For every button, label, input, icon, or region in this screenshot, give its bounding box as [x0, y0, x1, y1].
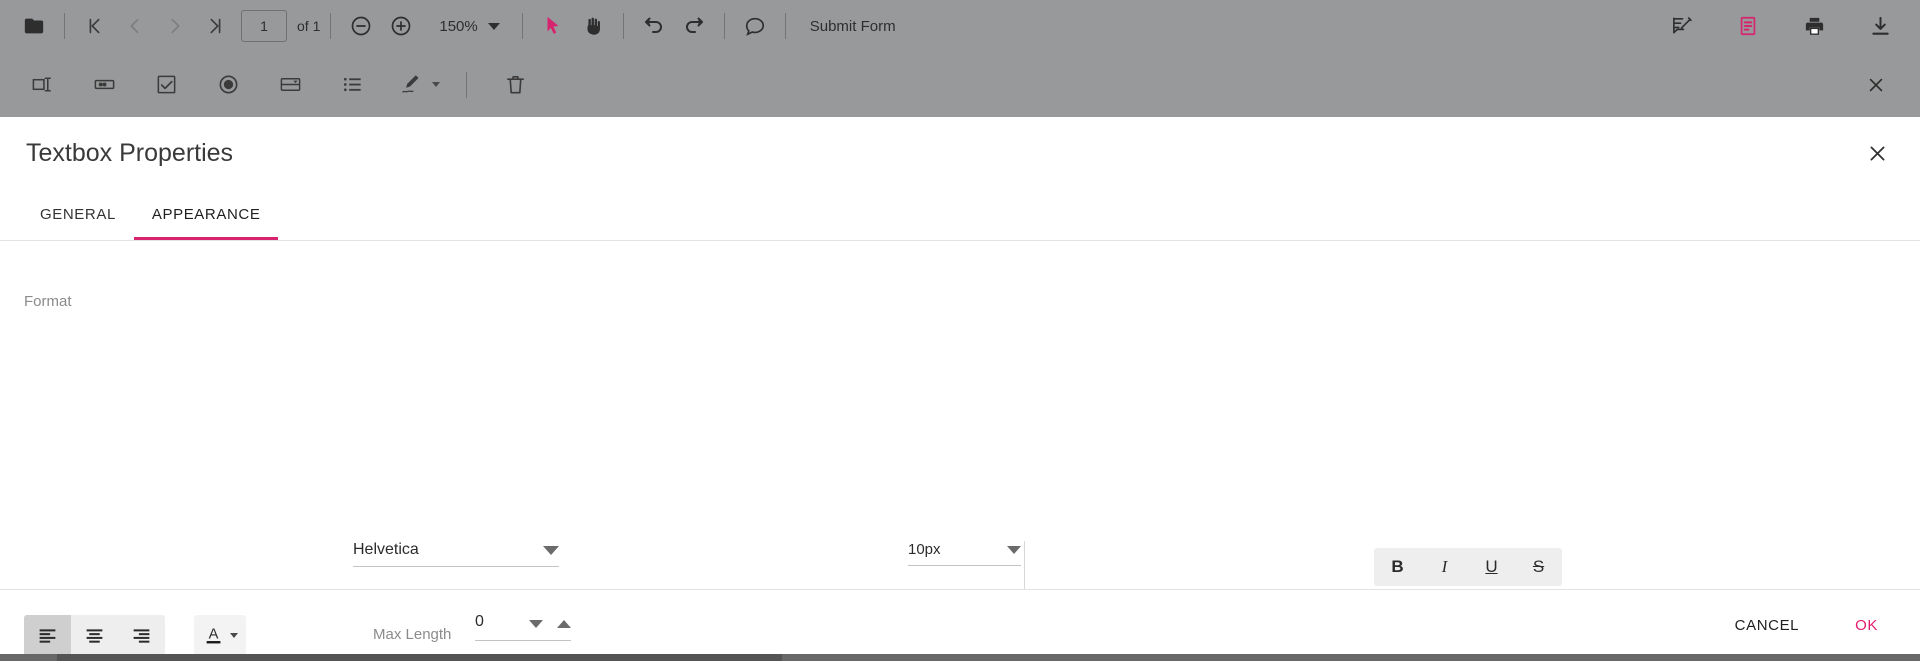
signature-field-icon[interactable]: [394, 65, 428, 105]
zoom-in-icon[interactable]: [381, 6, 421, 46]
text-style-group: B I U S: [1374, 548, 1562, 586]
signature-chevron-down-icon[interactable]: [432, 82, 440, 87]
tab-appearance[interactable]: APPEARANCE: [133, 189, 279, 240]
divider: [1024, 541, 1025, 589]
dialog-footer: CANCEL OK: [0, 589, 1920, 661]
close-form-toolbar-icon[interactable]: [1856, 65, 1896, 105]
pan-hand-icon[interactable]: [573, 6, 613, 46]
font-size-select[interactable]: 10px: [908, 541, 1021, 566]
dialog-tabs: GENERAL APPEARANCE: [0, 189, 1920, 241]
toolbars-overlay: of 1 150%: [0, 0, 1920, 117]
comment-icon[interactable]: [735, 6, 775, 46]
chevron-down-icon: [1007, 546, 1021, 554]
zoom-level-select[interactable]: 150%: [439, 17, 500, 35]
italic-button[interactable]: I: [1421, 548, 1468, 586]
password-field-icon[interactable]: [84, 65, 124, 105]
tab-general[interactable]: GENERAL: [22, 189, 134, 240]
dialog-header: Textbox Properties: [0, 117, 1920, 189]
print-icon[interactable]: [1794, 6, 1834, 46]
cancel-button[interactable]: CANCEL: [1729, 609, 1805, 642]
first-page-icon[interactable]: [75, 6, 115, 46]
open-folder-icon[interactable]: [14, 6, 54, 46]
previous-page-icon[interactable]: [115, 6, 155, 46]
ok-button[interactable]: OK: [1849, 609, 1884, 642]
divider: [784, 13, 786, 39]
divider: [64, 13, 65, 39]
form-fields-icon[interactable]: [1728, 6, 1768, 46]
form-field-toolbar: [0, 52, 1920, 117]
divider: [466, 71, 467, 98]
radio-button-field-icon[interactable]: [208, 65, 248, 105]
chevron-down-icon: [543, 546, 559, 555]
font-family-value: Helvetica: [353, 541, 419, 558]
undo-icon[interactable]: [634, 6, 674, 46]
font-family-select[interactable]: Helvetica: [353, 541, 559, 567]
last-page-icon[interactable]: [195, 6, 235, 46]
horizontal-scrollbar[interactable]: [0, 654, 1920, 661]
close-icon[interactable]: [1860, 136, 1894, 170]
divider: [330, 13, 332, 39]
underline-button[interactable]: U: [1468, 548, 1515, 586]
next-page-icon[interactable]: [155, 6, 195, 46]
download-icon[interactable]: [1860, 6, 1900, 46]
divider: [723, 13, 725, 39]
page-number-input[interactable]: [241, 10, 287, 42]
annotate-icon[interactable]: [1662, 6, 1702, 46]
combobox-field-icon[interactable]: [270, 65, 310, 105]
select-cursor-icon[interactable]: [533, 6, 573, 46]
submit-form-button[interactable]: Submit Form: [810, 18, 896, 35]
pdf-form-editor-app: of 1 150%: [0, 0, 1920, 661]
bold-button[interactable]: B: [1374, 548, 1421, 586]
strikethrough-button[interactable]: S: [1515, 548, 1562, 586]
listbox-field-icon[interactable]: [332, 65, 372, 105]
checkbox-field-icon[interactable]: [146, 65, 186, 105]
chevron-down-icon: [487, 22, 500, 30]
divider: [622, 13, 624, 39]
page-total-label: of 1: [297, 18, 321, 34]
delete-icon[interactable]: [495, 65, 535, 105]
page-title: Textbox Properties: [26, 138, 234, 167]
zoom-level-value: 150%: [439, 17, 478, 35]
textbox-field-icon[interactable]: [22, 65, 62, 105]
font-size-value: 10px: [908, 541, 941, 558]
top-toolbar: of 1 150%: [0, 0, 1920, 52]
redo-icon[interactable]: [674, 6, 714, 46]
zoom-out-icon[interactable]: [341, 6, 381, 46]
divider: [521, 13, 523, 39]
textbox-properties-dialog: Textbox Properties GENERAL APPEARANCE Fo…: [0, 117, 1920, 661]
scrollbar-thumb[interactable]: [57, 654, 782, 661]
format-section-label: Format: [24, 293, 72, 310]
